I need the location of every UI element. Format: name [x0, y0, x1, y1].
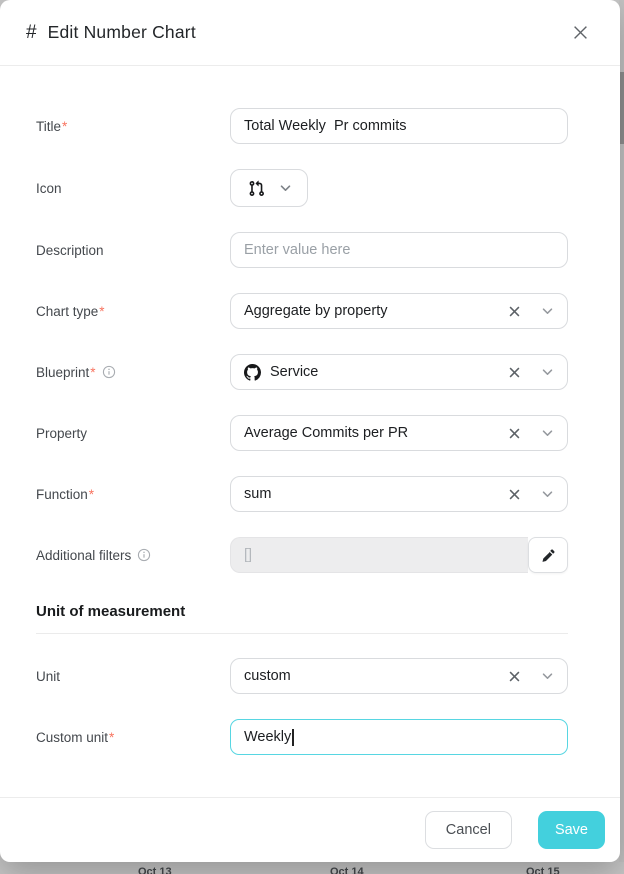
title-input[interactable]: [230, 108, 568, 144]
property-label: Property: [36, 426, 230, 441]
chart-type-value: Aggregate by property: [244, 303, 505, 319]
field-row-chart-type: Chart type* Aggregate by property: [36, 293, 568, 329]
field-row-custom-unit: Custom unit* Weekly: [36, 719, 568, 755]
section-divider: [36, 633, 568, 634]
chevron-down-icon[interactable]: [538, 304, 553, 319]
modal-body: Title* Icon: [0, 66, 620, 797]
edit-filters-button[interactable]: [528, 537, 568, 573]
additional-filters-label: Additional filters: [36, 548, 230, 563]
git-pull-request-icon: [248, 180, 265, 197]
cancel-button[interactable]: Cancel: [425, 811, 512, 849]
number-chart-hash-icon: #: [26, 22, 37, 44]
icon-label: Icon: [36, 181, 230, 196]
modal-footer: Cancel Save: [0, 797, 620, 862]
modal-header: # Edit Number Chart: [0, 0, 620, 66]
property-select[interactable]: Average Commits per PR: [230, 415, 568, 451]
chevron-down-icon[interactable]: [538, 365, 553, 380]
field-row-property: Property Average Commits per PR: [36, 415, 568, 451]
additional-filters-field: []: [230, 537, 528, 573]
text-cursor: [292, 729, 294, 746]
github-icon: [244, 364, 261, 381]
clear-icon[interactable]: [505, 302, 524, 321]
unit-value: custom: [244, 668, 505, 684]
required-asterisk: *: [109, 730, 114, 745]
field-row-title: Title*: [36, 108, 568, 144]
field-row-unit: Unit custom: [36, 658, 568, 694]
clear-icon[interactable]: [505, 424, 524, 443]
description-input[interactable]: [230, 232, 568, 268]
unit-select[interactable]: custom: [230, 658, 568, 694]
close-icon[interactable]: [566, 19, 594, 47]
field-row-function: Function* sum: [36, 476, 568, 512]
chart-type-label: Chart type*: [36, 304, 230, 319]
blueprint-value: Service: [270, 364, 505, 380]
title-label: Title*: [36, 119, 230, 134]
chevron-down-icon[interactable]: [538, 426, 553, 441]
pencil-icon: [541, 548, 556, 563]
chevron-down-icon: [276, 181, 291, 196]
property-value: Average Commits per PR: [244, 425, 505, 441]
required-asterisk: *: [62, 119, 67, 134]
field-row-description: Description: [36, 232, 568, 268]
clear-icon[interactable]: [505, 667, 524, 686]
screen: Oct 13 Oct 14 Oct 15 # Edit Number Chart…: [0, 0, 624, 874]
field-row-additional-filters: Additional filters []: [36, 537, 568, 573]
field-row-blueprint: Blueprint* Service: [36, 354, 568, 390]
blueprint-select[interactable]: Service: [230, 354, 568, 390]
background-axis-label: Oct 13: [138, 866, 172, 874]
function-select[interactable]: sum: [230, 476, 568, 512]
blueprint-label: Blueprint*: [36, 365, 230, 380]
info-icon[interactable]: [102, 365, 116, 379]
background-axis-label: Oct 15: [526, 866, 560, 874]
required-asterisk: *: [99, 304, 104, 319]
edit-number-chart-modal: # Edit Number Chart Title* Icon: [0, 0, 620, 862]
clear-icon[interactable]: [505, 485, 524, 504]
required-asterisk: *: [90, 365, 95, 380]
description-label: Description: [36, 243, 230, 258]
function-label: Function*: [36, 487, 230, 502]
icon-dropdown[interactable]: [230, 169, 308, 207]
chart-type-select[interactable]: Aggregate by property: [230, 293, 568, 329]
chevron-down-icon[interactable]: [538, 487, 553, 502]
section-title-unit-of-measurement: Unit of measurement: [36, 603, 568, 620]
function-value: sum: [244, 486, 505, 502]
info-icon[interactable]: [137, 548, 151, 562]
required-asterisk: *: [89, 487, 94, 502]
modal-title: Edit Number Chart: [48, 22, 196, 43]
custom-unit-label: Custom unit*: [36, 730, 230, 745]
custom-unit-value: Weekly: [244, 729, 291, 745]
field-row-icon: Icon: [36, 169, 568, 207]
custom-unit-input[interactable]: Weekly: [230, 719, 568, 755]
save-button[interactable]: Save: [538, 811, 605, 849]
background-axis-label: Oct 14: [330, 866, 364, 874]
clear-icon[interactable]: [505, 363, 524, 382]
chevron-down-icon[interactable]: [538, 669, 553, 684]
unit-label: Unit: [36, 669, 230, 684]
